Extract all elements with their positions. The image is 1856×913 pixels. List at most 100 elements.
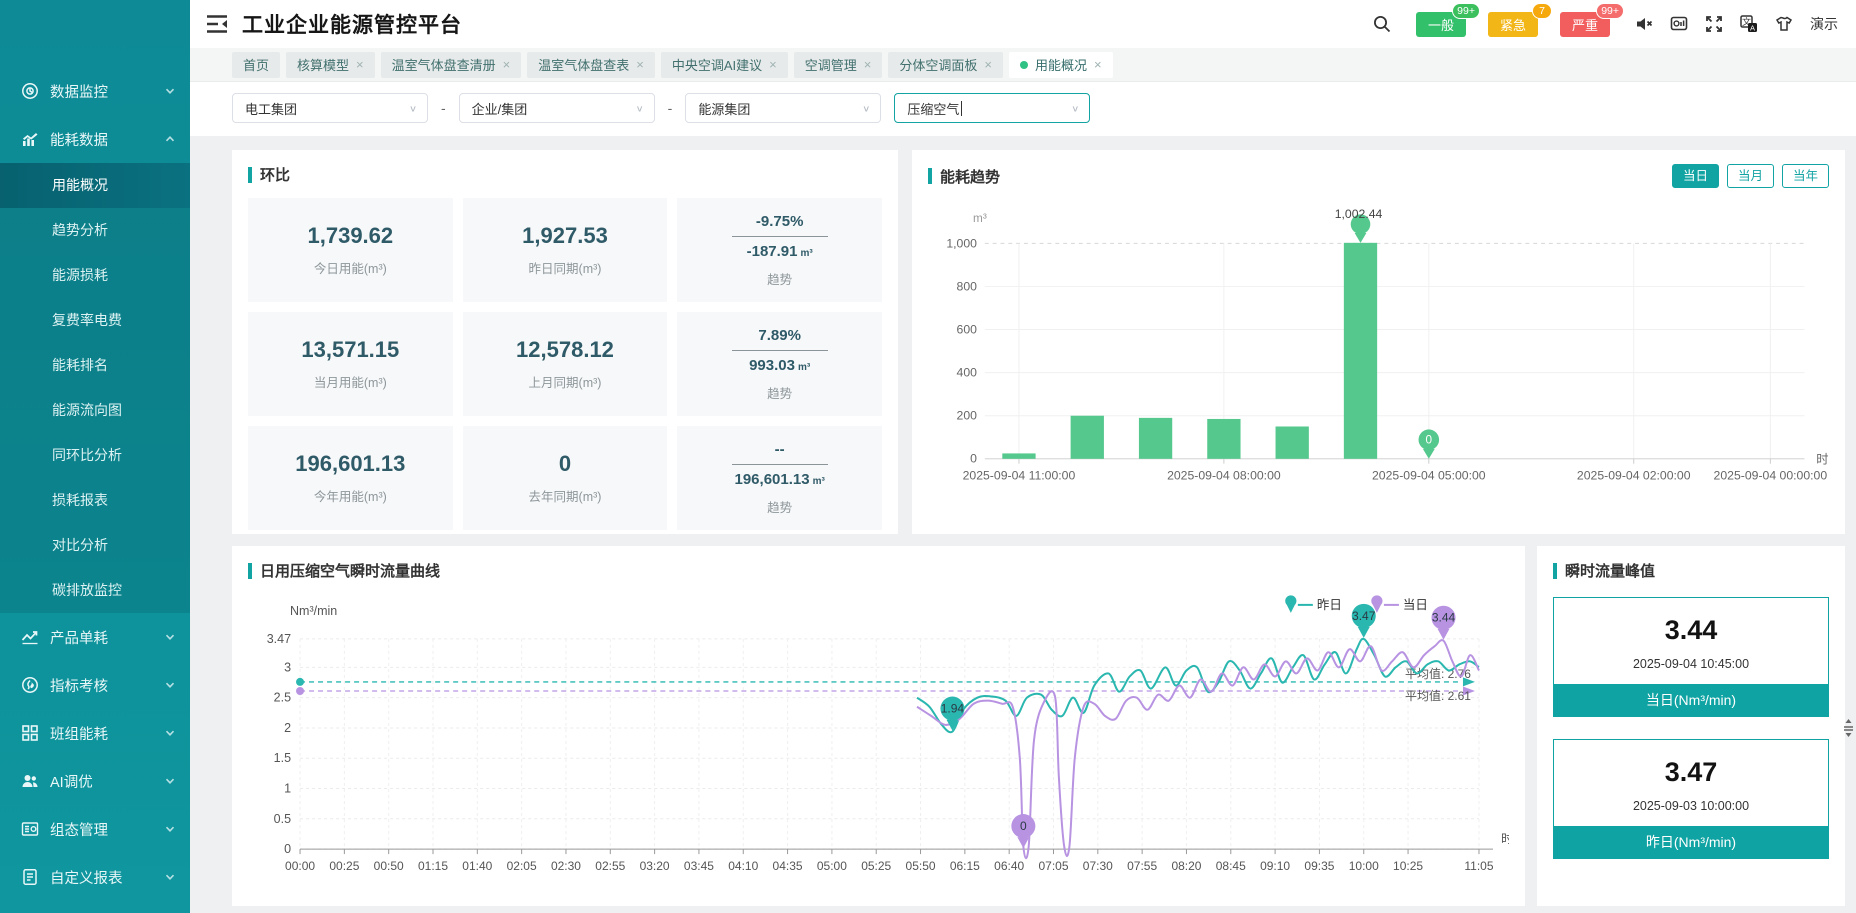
- tab-7[interactable]: 用能概况×: [1009, 52, 1113, 78]
- range-button-2[interactable]: 当年: [1782, 164, 1829, 188]
- svg-text:2: 2: [284, 721, 291, 735]
- sidebar-item-3[interactable]: 指标考核: [0, 661, 190, 709]
- sidebar-subitem[interactable]: 损耗报表: [0, 478, 190, 523]
- line-series-昨日[interactable]: [917, 639, 1479, 732]
- sidebar-subitem[interactable]: 能耗排名: [0, 343, 190, 388]
- close-icon[interactable]: ×: [769, 58, 777, 71]
- report-icon: [20, 868, 39, 887]
- svg-text:07:30: 07:30: [1083, 859, 1113, 873]
- stat-card: 196,601.13今年用能(m³): [248, 426, 453, 530]
- stat-label: 今日用能(m³): [314, 258, 387, 277]
- svg-text:600: 600: [957, 322, 978, 336]
- range-button-1[interactable]: 当月: [1727, 164, 1774, 188]
- sidebar-subitem[interactable]: 用能概况: [0, 163, 190, 208]
- sidebar: 数据监控能耗数据用能概况趋势分析能源损耗复费率电费能耗排名能源流向图同环比分析损…: [0, 0, 190, 913]
- alarm-badge[interactable]: 紧急7: [1488, 12, 1538, 37]
- svg-text:02:55: 02:55: [595, 859, 625, 873]
- filter-select-1[interactable]: 企业/集团∨: [459, 93, 655, 123]
- skin-icon[interactable]: [1775, 15, 1793, 33]
- sidebar-subitem[interactable]: 对比分析: [0, 523, 190, 568]
- sidebar-subitem[interactable]: 趋势分析: [0, 208, 190, 253]
- sidebar-item-2[interactable]: 产品单耗: [0, 613, 190, 661]
- tab-4[interactable]: 中央空调AI建议 ×: [661, 52, 788, 78]
- chevron-down-icon: [164, 775, 176, 787]
- close-icon[interactable]: ×: [864, 58, 872, 71]
- stat-value: 1,927.53: [522, 223, 608, 249]
- svg-text:昨日: 昨日: [1317, 598, 1342, 612]
- screen-chart-icon[interactable]: [1670, 15, 1688, 33]
- svg-text:m³: m³: [973, 212, 987, 225]
- bar-08:00[interactable]: [1207, 419, 1240, 459]
- stat-card: 0去年同期(m³): [463, 426, 668, 530]
- panel-trend: 能耗趋势 当日当月当年 02004006008001,000m³2025-09-…: [912, 150, 1845, 534]
- sidebar-subitem[interactable]: 同环比分析: [0, 433, 190, 478]
- svg-text:800: 800: [957, 279, 978, 293]
- close-icon[interactable]: ×: [503, 58, 511, 71]
- bar-07:00[interactable]: [1276, 426, 1309, 458]
- peak-value: 3.47: [1554, 757, 1828, 788]
- svg-text:09:10: 09:10: [1260, 859, 1290, 873]
- bar-11:00[interactable]: [1002, 453, 1035, 458]
- panel-peak: 瞬时流量峰值 3.442025-09-04 10:45:00当日(Nm³/min…: [1537, 546, 1845, 906]
- fullscreen-icon[interactable]: [1705, 15, 1723, 33]
- filter-select-0[interactable]: 电工集团∨: [232, 93, 428, 123]
- sidebar-item-4[interactable]: 班组能耗: [0, 709, 190, 757]
- sidebar-item-0[interactable]: 数据监控: [0, 67, 190, 115]
- tab-3[interactable]: 温室气体盘查表×: [527, 52, 655, 78]
- sidebar-item-6[interactable]: 组态管理: [0, 805, 190, 853]
- translate-icon[interactable]: 文A: [1740, 15, 1758, 33]
- panel-trend-title: 能耗趋势: [928, 166, 1000, 187]
- tab-6[interactable]: 分体空调面板×: [888, 52, 1003, 78]
- bar-10:00[interactable]: [1071, 416, 1104, 459]
- line-chart[interactable]: 00.511.522.533.47Nm³/min00:0000:2500:500…: [248, 585, 1509, 897]
- close-icon[interactable]: ×: [1094, 58, 1102, 71]
- chevron-down-icon: [164, 871, 176, 883]
- bar-06:00[interactable]: [1344, 243, 1377, 459]
- alarm-badge[interactable]: 严重99+: [1560, 12, 1610, 37]
- range-button-0[interactable]: 当日: [1672, 164, 1719, 188]
- bar-chart[interactable]: 02004006008001,000m³2025-09-04 11:00:002…: [928, 196, 1829, 514]
- text-cursor: [961, 101, 962, 116]
- line-series-当日[interactable]: [917, 640, 1479, 858]
- close-icon[interactable]: ×: [356, 58, 364, 71]
- svg-text:2025-09-04 11:00:00: 2025-09-04 11:00:00: [963, 468, 1076, 482]
- tab-label: 中央空调AI建议: [672, 55, 762, 74]
- alarm-badge-label: 一般: [1428, 18, 1454, 33]
- search-icon[interactable]: [1373, 15, 1391, 33]
- sidebar-subitem[interactable]: 能源流向图: [0, 388, 190, 433]
- trend-diff: 993.03m³: [749, 357, 810, 374]
- tab-1[interactable]: 核算模型×: [286, 52, 375, 78]
- scroll-handle-icon[interactable]: [1842, 718, 1855, 738]
- sidebar-item-label: AI调优: [50, 771, 93, 792]
- svg-text:0.5: 0.5: [274, 812, 291, 826]
- sidebar-subitem[interactable]: 复费率电费: [0, 298, 190, 343]
- close-icon[interactable]: ×: [984, 58, 992, 71]
- stat-card: 1,739.62今日用能(m³): [248, 198, 453, 302]
- collapse-menu-icon[interactable]: [206, 14, 228, 34]
- bar-09:00[interactable]: [1139, 418, 1172, 459]
- tab-5[interactable]: 空调管理×: [794, 52, 883, 78]
- mute-icon[interactable]: [1635, 15, 1653, 33]
- tab-2[interactable]: 温室气体盘查清册×: [381, 52, 522, 78]
- svg-text:0: 0: [1020, 819, 1027, 833]
- sidebar-item-7[interactable]: 自定义报表: [0, 853, 190, 901]
- svg-text:00:00: 00:00: [285, 859, 315, 873]
- sidebar-item-1[interactable]: 能耗数据: [0, 115, 190, 163]
- tab-0[interactable]: 首页: [232, 52, 280, 78]
- peak-value: 3.44: [1554, 615, 1828, 646]
- sidebar-item-5[interactable]: AI调优: [0, 757, 190, 805]
- sidebar-item-label: 自定义报表: [50, 867, 123, 888]
- trend-label: 趋势: [767, 383, 792, 402]
- sidebar-subitem[interactable]: 碳排放监控: [0, 568, 190, 613]
- svg-text:03:20: 03:20: [640, 859, 670, 873]
- team-icon: [20, 724, 39, 743]
- sidebar-subitem[interactable]: 能源损耗: [0, 253, 190, 298]
- filter-select-2[interactable]: 能源集团∨: [685, 93, 881, 123]
- user-name[interactable]: 演示: [1810, 14, 1838, 34]
- trend-unit: m³: [798, 362, 810, 373]
- alarm-count-bubble: 99+: [1596, 3, 1624, 19]
- stat-label: 今年用能(m³): [314, 486, 387, 505]
- alarm-badge[interactable]: 一般99+: [1416, 12, 1466, 37]
- filter-select-3[interactable]: 压缩空气∨: [894, 93, 1090, 123]
- close-icon[interactable]: ×: [636, 58, 644, 71]
